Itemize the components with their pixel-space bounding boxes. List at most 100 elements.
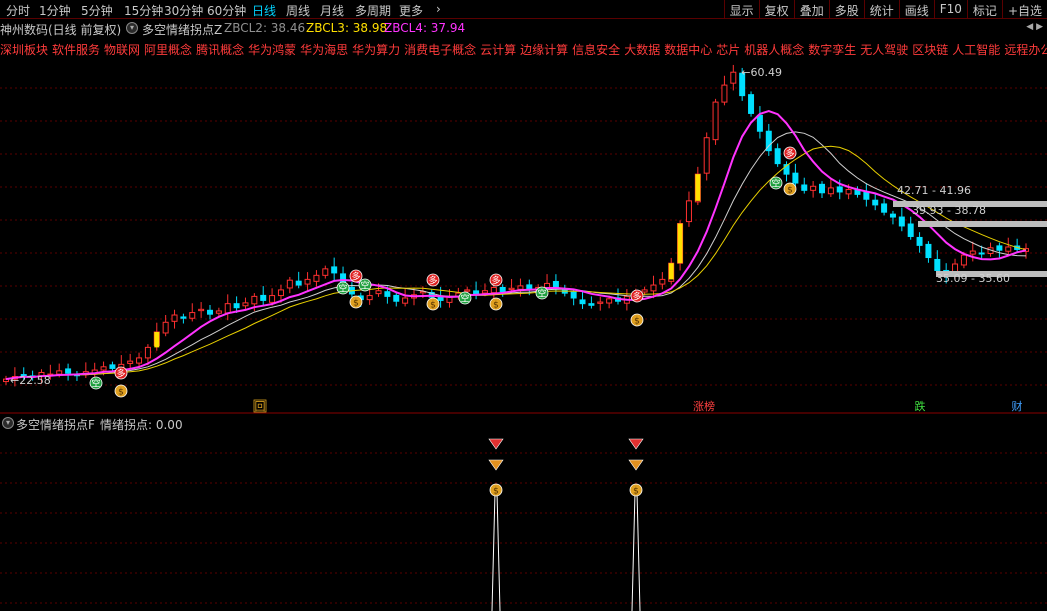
signal-marker-text: 多 <box>491 275 500 287</box>
signal-marker-text: $ <box>493 301 499 311</box>
signal-marker-text: 空 <box>338 283 347 295</box>
candle-body <box>969 250 976 255</box>
candle-body <box>295 280 302 286</box>
signal-marker-text: $ <box>430 301 436 311</box>
candle-body <box>730 71 737 84</box>
candle-body <box>508 287 515 291</box>
candle-body <box>269 295 276 303</box>
signal-marker-text: 空 <box>460 293 469 305</box>
candle-body <box>996 245 1003 251</box>
candle-body <box>136 357 143 364</box>
candle-body <box>517 285 524 290</box>
candle-body <box>721 84 728 103</box>
candle-body <box>712 101 719 141</box>
sub-signal-orange <box>488 459 504 471</box>
highlight-bar <box>668 263 674 280</box>
candle-body <box>597 301 604 304</box>
candle-body <box>659 278 666 285</box>
candle-body <box>934 258 941 271</box>
candle-body <box>56 370 63 375</box>
level-label: 39.93 - 38.78 <box>912 204 986 217</box>
candle-body <box>366 295 373 301</box>
emotion-spike <box>491 491 501 611</box>
candle-body <box>907 223 914 237</box>
price-high-label: ←60.49 <box>741 66 782 79</box>
bottom-tag: 涨榜 <box>693 399 715 413</box>
candle-body <box>544 282 551 288</box>
candle-body <box>925 243 932 259</box>
candle-body <box>162 321 169 334</box>
candle-body <box>109 364 116 369</box>
candle-body <box>180 316 187 319</box>
signal-marker-text: 多 <box>116 368 125 380</box>
signal-marker-text: $ <box>787 186 793 196</box>
candle-body <box>810 185 817 191</box>
signal-marker-text: 多 <box>351 271 360 283</box>
scroll-left-icon[interactable]: ◀ <box>1026 22 1033 32</box>
candle-body <box>499 286 506 293</box>
candle-body <box>473 290 480 295</box>
highlight-bar <box>677 223 683 264</box>
candle-body <box>685 200 692 223</box>
candle-body <box>375 290 382 295</box>
candle-body <box>872 199 879 206</box>
candle-body <box>748 94 755 114</box>
candle-body <box>774 148 781 165</box>
candle-body <box>898 216 905 227</box>
candle-body <box>819 183 825 194</box>
candle-body <box>215 310 222 314</box>
candle-body <box>171 314 178 322</box>
candle-body <box>144 346 151 359</box>
sub-signal-money-text: $ <box>633 487 639 497</box>
candle-body <box>100 366 107 371</box>
candle-body <box>641 289 648 293</box>
signal-marker-text: 空 <box>91 378 100 390</box>
candle-body <box>801 184 808 191</box>
signal-marker-text: $ <box>353 299 359 309</box>
level-label: 35.09 - 35.60 <box>936 272 1010 285</box>
signal-marker-text: 多 <box>632 291 641 303</box>
highlight-bar <box>695 174 701 201</box>
signal-marker-text: $ <box>634 317 640 327</box>
candle-body <box>313 274 320 282</box>
sub-indicator-name[interactable]: 多空情绪拐点F <box>16 416 95 433</box>
bottom-tag: 回 <box>255 400 266 413</box>
price-chart[interactable]: ←60.49 ←22.58 42.71 - 41.96 39.93 - 38.78 35… <box>0 0 1047 611</box>
candle-body <box>189 312 196 319</box>
sub-signal-red <box>488 438 504 450</box>
scroll-right-icon[interactable]: ▶ <box>1036 22 1043 32</box>
candle-body <box>207 309 213 315</box>
highlight-bar <box>154 332 160 348</box>
candle-body <box>579 299 586 305</box>
candle-body <box>863 191 870 200</box>
candle-body <box>881 203 888 213</box>
candle-body <box>233 303 240 309</box>
candle-body <box>481 290 488 294</box>
candle-body <box>224 303 231 314</box>
signal-marker-text: 空 <box>537 288 546 300</box>
level-band <box>918 221 1047 227</box>
candle-body <box>322 268 329 276</box>
candle-body <box>277 289 284 297</box>
level-label: 42.71 - 41.96 <box>897 184 971 197</box>
sub-indicator-value: 情绪拐点: 0.00 <box>100 418 183 432</box>
candle-body <box>703 137 710 174</box>
candle-body <box>286 279 293 289</box>
price-low-label: ←22.58 <box>10 374 51 387</box>
bottom-tag: 跌 <box>915 399 926 413</box>
candle-body <box>889 213 896 218</box>
candle-body <box>127 360 134 364</box>
candle-body <box>836 186 843 193</box>
candle-body <box>756 114 763 132</box>
candle-body <box>331 266 338 274</box>
candle-body <box>198 308 205 312</box>
candle-body <box>490 286 497 294</box>
sub-indicator-menu-icon[interactable]: ▾ <box>2 417 14 429</box>
scroll-arrows[interactable]: ◀ ▶ <box>1026 22 1043 32</box>
sub-signal-red <box>628 438 644 450</box>
candle-body <box>260 294 267 301</box>
signal-marker-text: 多 <box>785 148 794 160</box>
signal-marker-text: 多 <box>428 275 437 287</box>
sub-signal-money-text: $ <box>493 487 499 497</box>
candle-body <box>304 278 311 285</box>
